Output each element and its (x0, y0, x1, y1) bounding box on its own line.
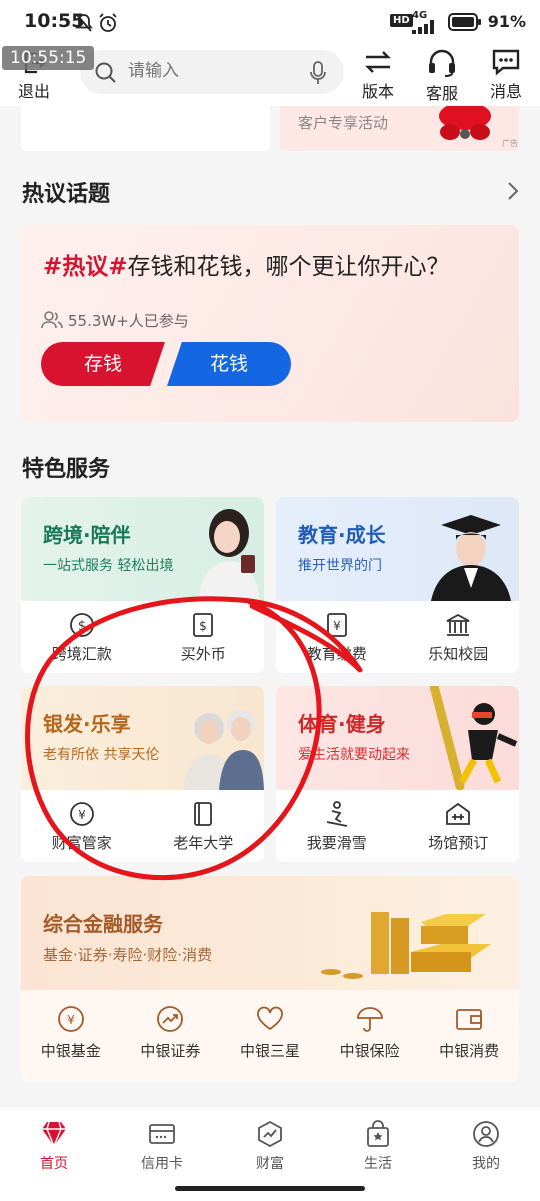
campus-building-icon (446, 613, 470, 636)
financial-title: 综合金融服务 (43, 912, 163, 936)
venue-icon (446, 802, 471, 825)
topic-hashtag: #热议# (43, 254, 128, 280)
search-input[interactable] (126, 60, 300, 82)
fin-item-label: 中银基金 (40, 1042, 101, 1060)
gold-bars-image (321, 912, 491, 979)
wealth-chart-icon (258, 1120, 282, 1148)
fin-item-securities[interactable]: 中银证券 (121, 990, 221, 1082)
service-item-label: 乐知校园 (428, 645, 489, 663)
nav-label: 我的 (472, 1156, 500, 1172)
service-card-subtitle: 推开世界的门 (298, 558, 382, 574)
service-item-venue-booking[interactable]: 场馆预订 (398, 790, 520, 862)
vote-save-button[interactable]: 存钱 (41, 342, 165, 386)
svg-text:¥: ¥ (67, 1013, 75, 1027)
logout-label: 退出 (17, 82, 50, 101)
financial-items: ¥ 中银基金 中银证券 中银三星 中银保险 中银消费 (21, 990, 519, 1082)
hd-badge: HD (390, 14, 413, 27)
mute-bell-icon (75, 14, 93, 32)
battery-percent: 91% (487, 12, 526, 31)
yuan-circle-icon: ¥ (57, 1006, 84, 1032)
search-icon (95, 62, 116, 83)
promo-text: 客户专享活动 (298, 114, 389, 132)
topic-question-text: 存钱和花钱，哪个更让你开心？ (127, 254, 450, 280)
customer-service-label: 客服 (425, 84, 458, 103)
graduate-image (431, 515, 511, 601)
nav-label: 生活 (364, 1156, 392, 1172)
battery-icon (448, 13, 481, 31)
fin-item-label: 中银消费 (439, 1042, 500, 1060)
service-card-title: 教育·成长 (298, 523, 386, 547)
user-profile-icon (473, 1121, 499, 1147)
promo-card-ad[interactable]: 客户专享活动 广告 (280, 106, 519, 151)
fin-item-label: 中银三星 (239, 1042, 300, 1060)
snowboarder-image (429, 686, 518, 790)
fin-item-label: 中银证券 (140, 1042, 201, 1060)
shopping-bag-icon (367, 1120, 389, 1147)
credit-card-icon (149, 1124, 175, 1144)
service-item-campus[interactable]: 乐知校园 (398, 601, 520, 673)
promo-gift-image (439, 106, 491, 140)
trend-up-icon (157, 1006, 184, 1032)
annotation-circle (25, 596, 363, 881)
nav-label: 信用卡 (141, 1156, 183, 1172)
financial-services-card[interactable]: 综合金融服务 基金·证券·寿险·财险·消费 ¥ 中银基金 中银证券 中银三星 中… (21, 876, 519, 1082)
hot-topics-title: 热议话题 (22, 182, 111, 207)
service-card-title: 跨境·陪伴 (43, 523, 131, 547)
fin-item-label: 中银保险 (339, 1042, 400, 1060)
bank-logo-home-icon (42, 1121, 66, 1148)
service-card-subtitle: 一站式服务 轻松出境 (43, 558, 174, 574)
topic-question: #热议#存钱和花钱，哪个更让你开心？ (43, 247, 450, 281)
service-item-label: 场馆预订 (428, 834, 489, 852)
participants-count: 55.3W+人已参与 (68, 312, 189, 330)
messages-button[interactable]: 消息 (476, 48, 536, 102)
version-button[interactable]: 版本 (348, 48, 408, 102)
umbrella-icon (356, 1007, 383, 1032)
switch-arrows-icon (365, 51, 391, 73)
promo-card-left[interactable] (21, 106, 270, 151)
fin-item-insurance[interactable]: 中银保险 (320, 990, 420, 1082)
fin-item-samsung[interactable]: 中银三星 (220, 990, 320, 1082)
fin-item-consumer[interactable]: 中银消费 (419, 990, 519, 1082)
alarm-icon (99, 13, 117, 32)
signal-icon (412, 20, 434, 34)
nav-label: 财富 (256, 1156, 284, 1172)
ad-tag: 广告 (502, 139, 518, 148)
home-indicator[interactable] (175, 1186, 365, 1191)
search-box[interactable] (80, 50, 344, 94)
vote-spend-button[interactable]: 花钱 (167, 342, 291, 386)
chevron-right-icon[interactable] (506, 181, 520, 201)
heart-icon (257, 1006, 283, 1031)
nav-home[interactable]: 首页 (0, 1107, 108, 1201)
featured-services-title: 特色服务 (22, 457, 111, 482)
timestamp-overlay: 10:55:15 (2, 46, 95, 70)
nav-mine[interactable]: 我的 (432, 1107, 540, 1201)
message-icon (492, 49, 520, 76)
customer-service-button[interactable]: 客服 (412, 48, 472, 104)
wallet-icon (456, 1009, 483, 1030)
hot-topic-card[interactable]: #热议#存钱和花钱，哪个更让你开心？ 55.3W+人已参与 存钱 花钱 (21, 225, 519, 422)
people-icon (41, 311, 63, 329)
fin-item-fund[interactable]: ¥ 中银基金 (21, 990, 121, 1082)
financial-subtitle: 基金·证券·寿险·财险·消费 (43, 946, 213, 964)
status-bar: 10:55 HD 4G 91% (0, 0, 540, 44)
headset-icon (429, 49, 455, 77)
version-label: 版本 (361, 82, 394, 101)
microphone-icon[interactable] (308, 60, 328, 86)
nav-label: 首页 (40, 1156, 68, 1172)
messages-label: 消息 (489, 82, 522, 101)
